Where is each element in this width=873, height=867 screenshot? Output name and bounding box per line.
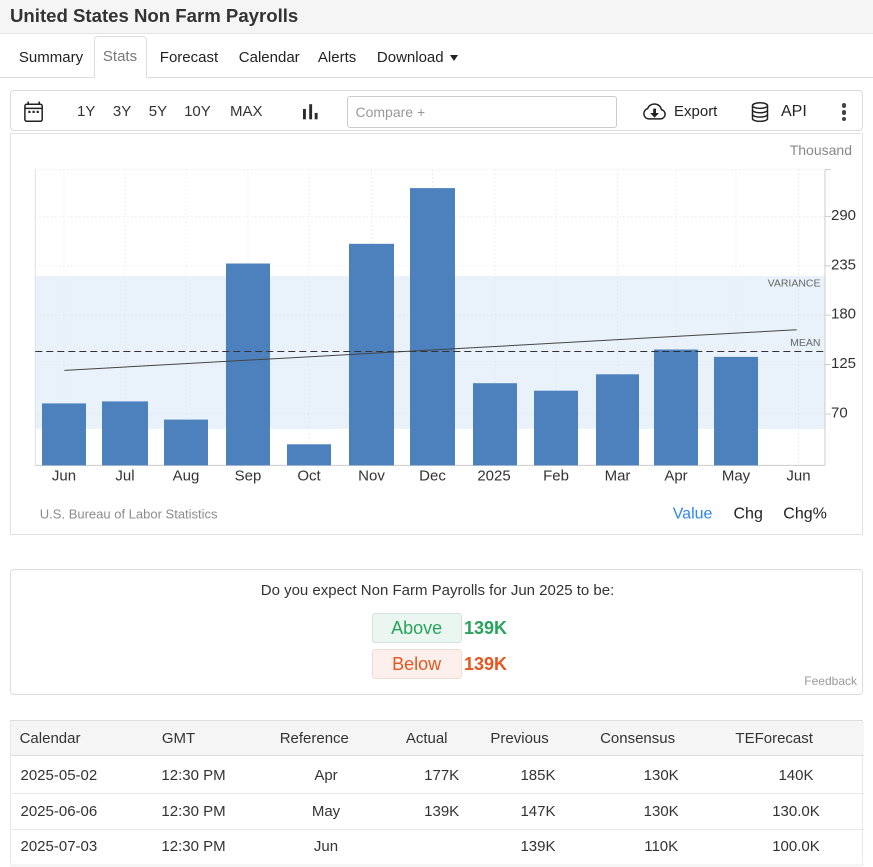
svg-text:Dec: Dec [419,468,446,485]
svg-text:Oct: Oct [297,468,321,485]
svg-text:Feb: Feb [543,468,569,485]
svg-text:125: 125 [831,355,856,372]
svg-text:70: 70 [831,405,848,422]
svg-text:MEAN: MEAN [790,337,820,349]
svg-text:Jun: Jun [52,468,76,485]
svg-text:235: 235 [831,256,856,273]
svg-text:Chg%: Chg% [783,506,827,523]
svg-text:Thousand: Thousand [790,142,852,158]
svg-text:Nov: Nov [358,468,385,485]
svg-text:Sep: Sep [235,468,262,485]
svg-text:Jul: Jul [115,468,134,485]
svg-text:Jun: Jun [786,468,810,485]
svg-text:VARIANCE: VARIANCE [768,278,821,290]
svg-text:290: 290 [831,207,856,224]
svg-text:Value: Value [673,506,713,523]
svg-text:Chg: Chg [734,506,763,523]
svg-text:180: 180 [831,306,856,323]
svg-text:Mar: Mar [605,468,631,485]
svg-text:2025: 2025 [477,468,510,485]
svg-text:Apr: Apr [664,468,687,485]
svg-text:U.S. Bureau of Labor Statistic: U.S. Bureau of Labor Statistics [40,507,218,522]
svg-text:May: May [722,468,751,485]
svg-text:Aug: Aug [173,468,200,485]
